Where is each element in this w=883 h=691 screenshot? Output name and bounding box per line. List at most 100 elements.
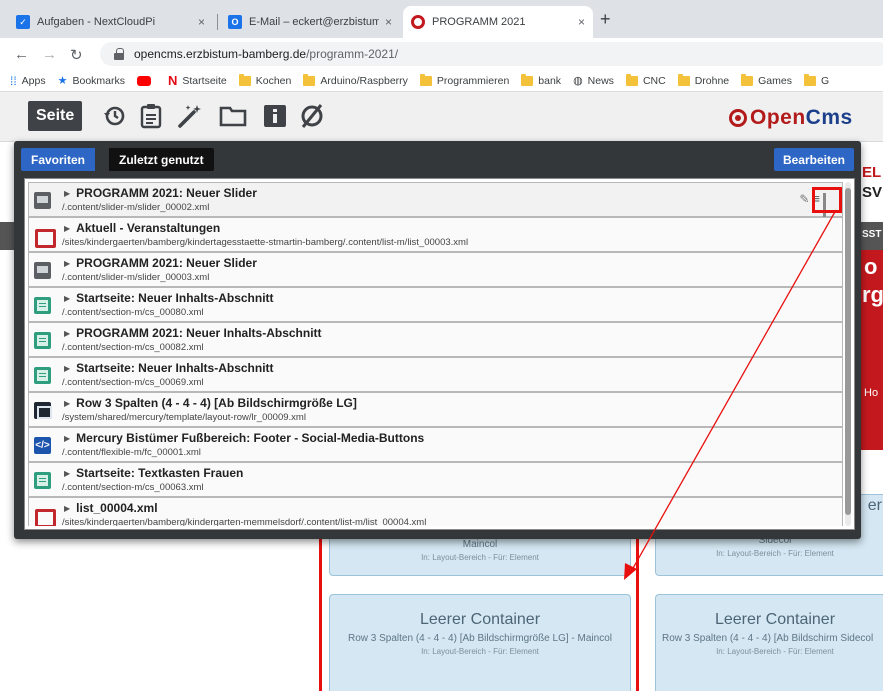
forward-arrow-icon[interactable]: → <box>42 46 57 63</box>
bookmark-label: Arduino/Raspberry <box>320 74 408 87</box>
scrollbar-thumb[interactable] <box>845 188 851 515</box>
youtube-icon <box>137 75 151 86</box>
container-title: Leerer Container <box>714 611 836 628</box>
list-item[interactable]: ▶ list_00004.xml /sites/kindergaerten/bam… <box>28 497 843 526</box>
close-icon[interactable]: × <box>578 15 585 29</box>
bookmark-games[interactable]: Games <box>741 73 792 87</box>
bookmark-youtube[interactable] <box>137 75 156 86</box>
list-item[interactable]: ▶ Aktuell - Veranstaltungen /sites/kinder… <box>28 217 843 252</box>
opencms-favicon-icon <box>411 15 425 29</box>
bookmark-bank[interactable]: bank <box>521 73 561 87</box>
list-item-path: /.content/section-m/cs_00063.xml <box>62 482 204 493</box>
bookmark-kochen[interactable]: Kochen <box>238 73 292 87</box>
folder-icon[interactable] <box>219 102 247 130</box>
close-icon[interactable]: × <box>198 15 205 29</box>
pencil-icon[interactable]: ✎ <box>799 192 809 206</box>
list-scrollbar[interactable] <box>845 182 851 526</box>
globe-icon: ◍ <box>573 75 583 87</box>
tab-label: E-Mail – eckert@erzbistum-bamb <box>249 16 379 28</box>
expand-triangle-icon[interactable]: ▶ <box>64 189 70 198</box>
list-item-path: /system/shared/mercury/template/layout-r… <box>62 412 306 423</box>
list-item-path: /.content/flexible-m/fc_00001.xml <box>62 447 201 458</box>
bookmark-news[interactable]: ◍ News <box>573 74 614 88</box>
expand-triangle-icon[interactable]: ▶ <box>64 434 70 443</box>
page-snippet: SV <box>862 184 883 201</box>
url-domain: opencms.erzbistum-bamberg.de <box>134 47 307 61</box>
bookmark-apps[interactable]: ⁞⁞ Apps <box>10 74 46 88</box>
url-input[interactable]: opencms.erzbistum-bamberg.de /programm-2… <box>100 42 883 66</box>
expand-triangle-icon[interactable]: ▶ <box>64 224 70 233</box>
expand-triangle-icon[interactable]: ▶ <box>64 294 70 303</box>
edit-button[interactable]: Bearbeiten <box>773 148 854 171</box>
logo-text-open: Open <box>750 106 806 129</box>
history-icon[interactable] <box>100 102 128 130</box>
list-item-title: ▶ Aktuell - Veranstaltungen <box>64 221 220 235</box>
seite-button[interactable]: Seite <box>28 101 83 131</box>
list-item-path: /sites/kindergaerten/bamberg/kindertages… <box>62 237 469 248</box>
list-item[interactable]: ▶ PROGRAMM 2021: Neuer Slider /.content/s… <box>28 182 843 220</box>
bookmark-cnc[interactable]: CNC <box>625 73 666 87</box>
bookmarks-bar: ⁞⁞ Apps ★ Bookmarks N Startseite Kochen … <box>0 70 883 92</box>
list-item[interactable]: </> ▶ Mercury Bistümer Fußbereich: Footer… <box>28 427 843 462</box>
browser-tab-email[interactable]: O E-Mail – eckert@erzbistum-bamb × <box>220 6 400 38</box>
tab-favorites[interactable]: Favoriten <box>21 148 96 171</box>
list-item-title: ▶ Startseite: Neuer Inhalts-Abschnitt <box>64 291 274 305</box>
bookmark-label: Kochen <box>255 74 292 87</box>
section-icon <box>34 297 51 314</box>
container-meta: In: Layout-Bereich - Für: Element <box>716 647 834 656</box>
list-item-title: ▶ Startseite: Textkasten Frauen <box>64 466 243 480</box>
browser-tab-aufgaben[interactable]: ✓ Aufgaben - NextCloudPi × <box>8 6 213 38</box>
logo-text-cms: Cms <box>805 106 853 129</box>
list-item-title: ▶ PROGRAMM 2021: Neuer Slider <box>64 186 257 200</box>
folder-icon <box>677 73 690 86</box>
list-item-path: /.content/section-m/cs_00080.xml <box>62 307 204 318</box>
netflix-icon: N <box>168 73 178 88</box>
list-item[interactable]: ▶ PROGRAMM 2021: Neuer Inhalts-Abschnitt … <box>28 322 843 357</box>
bookmark-g[interactable]: G <box>803 73 829 87</box>
close-icon[interactable]: × <box>385 15 392 29</box>
list-item[interactable]: ▶ PROGRAMM 2021: Neuer Slider /.content/s… <box>28 252 843 287</box>
title-text: PROGRAMM 2021: Neuer Slider <box>76 186 257 200</box>
expand-triangle-icon[interactable]: ▶ <box>64 504 70 513</box>
folder-icon <box>625 73 638 86</box>
bookmark-bookmarks[interactable]: ★ Bookmarks <box>58 74 125 88</box>
expand-triangle-icon[interactable]: ▶ <box>64 364 70 373</box>
tab-recent[interactable]: Zuletzt genutzt <box>109 148 214 171</box>
list-item[interactable]: ▶ Startseite: Textkasten Frauen /.content… <box>28 462 843 497</box>
reload-icon[interactable]: ↻ <box>70 46 83 64</box>
expand-triangle-icon[interactable]: ▶ <box>64 469 70 478</box>
empty-container-sidecol[interactable]: Leerer Container Row 3 Spalten (4 - 4 - … <box>655 594 883 691</box>
list-item-path: /sites/kindergaerten/bamberg/kindergarte… <box>62 517 427 526</box>
bookmark-arduino[interactable]: Arduino/Raspberry <box>303 73 408 87</box>
bookmark-programmieren[interactable]: Programmieren <box>419 73 509 87</box>
bookmark-startseite[interactable]: N Startseite <box>168 73 227 88</box>
recent-elements-panel: Favoriten Zuletzt genutzt Bearbeiten ▶ PR… <box>14 141 861 539</box>
folder-icon <box>521 73 534 86</box>
recent-list: ▶ PROGRAMM 2021: Neuer Slider /.content/s… <box>24 178 855 530</box>
expand-triangle-icon[interactable]: ▶ <box>64 329 70 338</box>
container-desc: Row 3 Spalten (4 - 4 - 4) [Ab Bildschirm… <box>662 633 874 644</box>
folder-icon <box>238 73 251 86</box>
disabled-icon[interactable] <box>298 102 326 130</box>
list-item-title: ▶ PROGRAMM 2021: Neuer Slider <box>64 256 257 270</box>
folder-icon <box>741 73 754 86</box>
bookmark-drohne[interactable]: Drohne <box>677 73 729 87</box>
new-tab-button[interactable]: + <box>600 9 611 30</box>
tab-label: Aufgaben - NextCloudPi <box>37 16 156 28</box>
bookmark-label: Apps <box>21 74 46 87</box>
list-item[interactable]: ▶ Row 3 Spalten (4 - 4 - 4) [Ab Bildschir… <box>28 392 843 427</box>
expand-triangle-icon[interactable]: ▶ <box>64 399 70 408</box>
opencms-toolbar: Seite Open Cms <box>0 92 883 142</box>
back-arrow-icon[interactable]: ← <box>14 46 29 63</box>
list-item[interactable]: ▶ Startseite: Neuer Inhalts-Abschnitt /.c… <box>28 357 843 392</box>
title-text: Row 3 Spalten (4 - 4 - 4) [Ab Bildschirm… <box>76 396 357 410</box>
list-item-title: ▶ list_00004.xml <box>64 501 158 515</box>
clipboard-icon[interactable] <box>137 102 165 130</box>
section-icon <box>34 472 51 489</box>
expand-triangle-icon[interactable]: ▶ <box>64 259 70 268</box>
browser-tab-programm[interactable]: PROGRAMM 2021 × <box>403 6 593 38</box>
drag-handle-highlight <box>812 187 842 213</box>
list-item[interactable]: ▶ Startseite: Neuer Inhalts-Abschnitt /.c… <box>28 287 843 322</box>
info-icon[interactable] <box>261 102 289 130</box>
magic-wand-icon[interactable] <box>176 102 204 130</box>
